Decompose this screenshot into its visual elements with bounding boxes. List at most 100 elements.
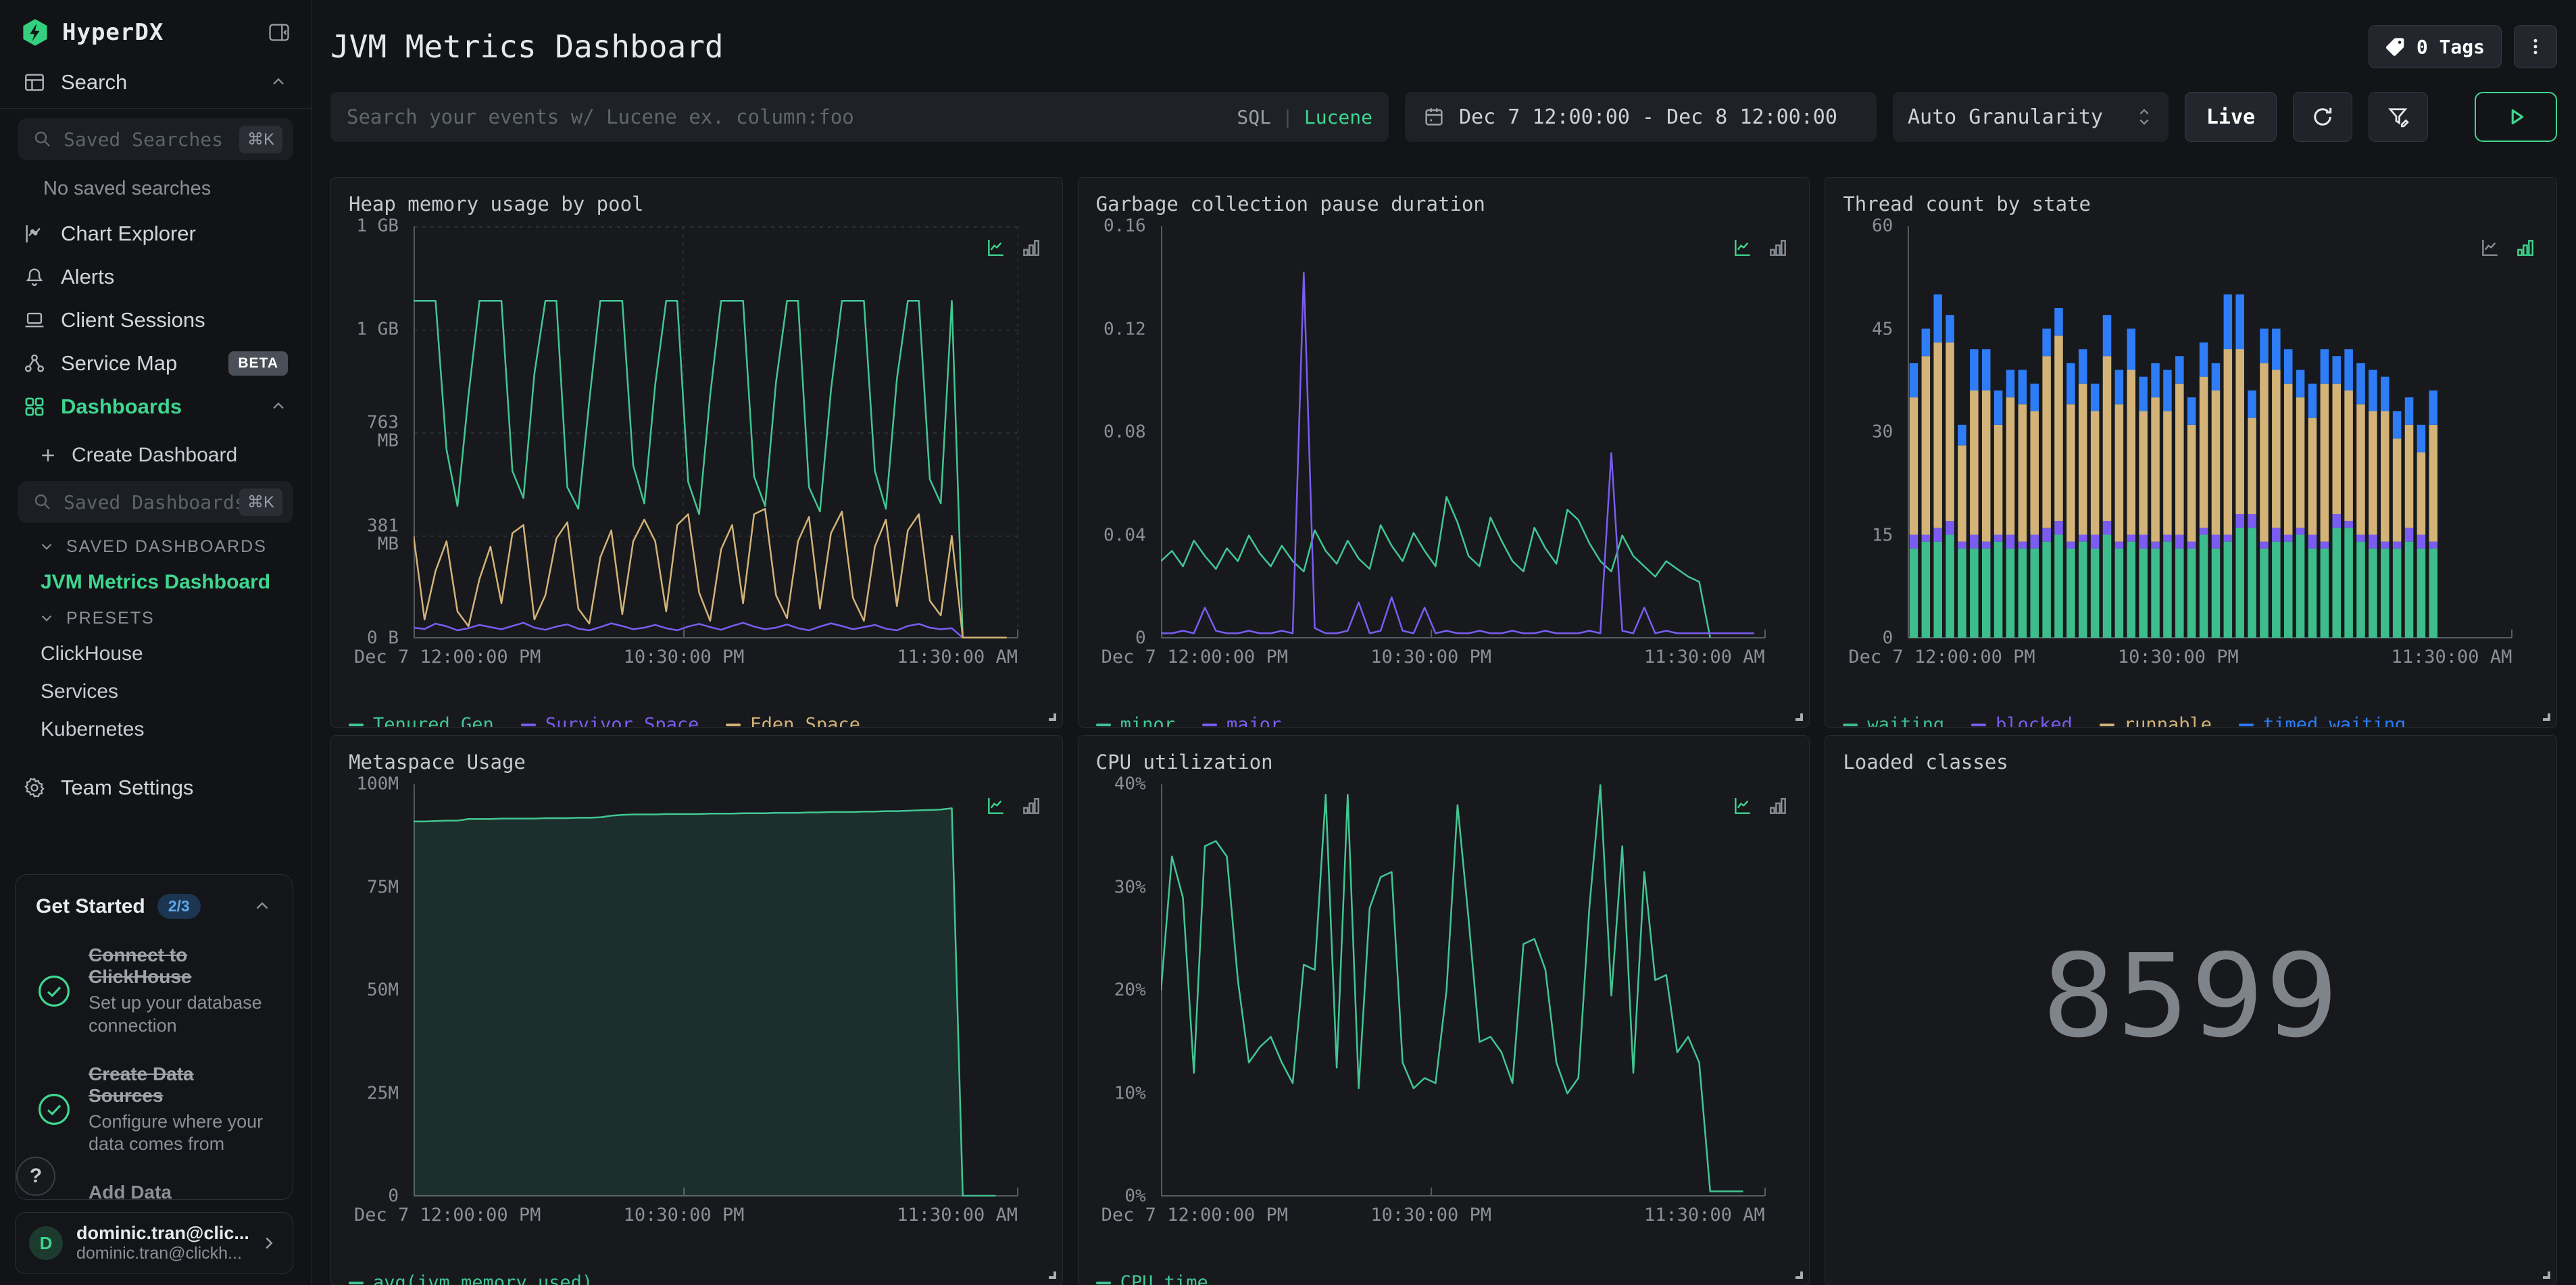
resize-handle[interactable] <box>2542 1271 2550 1279</box>
line-chart-icon[interactable] <box>2479 237 2501 259</box>
collapse-sidebar-icon[interactable] <box>268 21 291 44</box>
brand-row: HyperDX <box>0 0 311 61</box>
refresh-button[interactable] <box>2293 92 2352 142</box>
create-dashboard-label: Create Dashboard <box>72 444 238 466</box>
event-search-box[interactable]: SQL | Lucene <box>330 92 1389 142</box>
chevron-right-icon <box>259 1233 279 1253</box>
legend-item[interactable]: Eden Space <box>726 714 860 727</box>
bar-chart-icon[interactable] <box>2515 237 2536 259</box>
kbd-shortcut: ⌘K <box>239 125 282 153</box>
empty-circle-icon <box>36 1199 72 1200</box>
chart-legend: avg(jvm.memory.used) <box>349 1272 1045 1285</box>
bar-chart-icon[interactable] <box>1767 795 1789 817</box>
legend-item[interactable]: minor <box>1095 714 1175 727</box>
granularity-value: Auto Granularity <box>1908 105 2103 129</box>
sidebar-item-dashboards[interactable]: Dashboards <box>0 385 311 428</box>
saved-dashboards-section-header[interactable]: SAVED DASHBOARDS <box>0 530 311 563</box>
user-name: dominic.tran@clic... <box>76 1223 249 1243</box>
event-search-input[interactable] <box>347 105 1237 128</box>
resize-handle[interactable] <box>1795 713 1804 721</box>
chevron-up-icon <box>269 397 288 416</box>
filter-edit-icon <box>2386 105 2410 129</box>
calendar-icon <box>1422 105 1445 128</box>
chart-legend: CPU time <box>1095 1272 1792 1285</box>
resize-handle[interactable] <box>2542 713 2550 721</box>
get-started-step-connect[interactable]: Connect to ClickHouse Set up your databa… <box>36 944 272 1038</box>
bar-chart-icon[interactable] <box>1020 237 1042 259</box>
sidebar-item-kubernetes[interactable]: Kubernetes <box>0 711 311 749</box>
chart-area: 100M 75M 50M 25M 0 Dec 7 12:00:00 PM 10:30:00 … <box>354 774 1018 1226</box>
date-range-value: Dec 7 12:00:00 - Dec 8 12:00:00 <box>1459 105 1837 129</box>
sidebar-item-alerts[interactable]: Client Sessions Alerts <box>0 255 311 299</box>
saved-dashboards-searchbox[interactable]: ⌘K <box>18 481 293 523</box>
legend-item[interactable]: Survivor Space <box>520 714 699 727</box>
legend-item[interactable]: blocked <box>1971 714 2073 727</box>
line-chart-icon[interactable] <box>985 237 1007 259</box>
play-icon <box>2503 104 2529 130</box>
app-window: HyperDX Search ⌘K No saved searches <box>0 0 2576 1285</box>
sql-toggle[interactable]: SQL <box>1237 106 1271 128</box>
tags-button[interactable]: 0 Tags <box>2368 25 2502 68</box>
line-chart-icon[interactable] <box>1732 795 1754 817</box>
help-button[interactable]: ? <box>16 1157 55 1196</box>
lucene-toggle[interactable]: Lucene <box>1304 106 1372 128</box>
legend-item[interactable]: waiting <box>1843 714 1944 727</box>
preset-label: Services <box>41 680 119 703</box>
create-dashboard-button[interactable]: Create Dashboard <box>0 436 311 474</box>
step-desc: Configure where your data comes from <box>89 1111 264 1155</box>
saved-dashboards-input[interactable] <box>64 490 239 513</box>
date-range-picker[interactable]: Dec 7 12:00:00 - Dec 8 12:00:00 <box>1405 92 1877 142</box>
sidebar-item-team-settings[interactable]: Team Settings <box>0 766 311 809</box>
presets-section-header[interactable]: PRESETS <box>0 601 311 635</box>
legend-item[interactable]: avg(jvm.memory.used) <box>349 1272 593 1285</box>
query-language-toggle[interactable]: SQL | Lucene <box>1237 106 1372 128</box>
divider <box>0 108 311 109</box>
sidebar-item-jvm-metrics-dashboard[interactable]: JVM Metrics Dashboard <box>0 563 311 601</box>
beta-badge: BETA <box>228 351 288 376</box>
chevron-up-icon[interactable] <box>252 897 272 917</box>
filter-button[interactable] <box>2369 92 2428 142</box>
get-started-step-add-data[interactable]: Add Data Start sending logs, metrics, or… <box>36 1182 272 1200</box>
sidebar-item-label: Team Settings <box>61 776 194 799</box>
granularity-select[interactable]: Auto Granularity <box>1893 92 2169 142</box>
line-chart-icon[interactable] <box>1732 237 1754 259</box>
user-menu[interactable]: D dominic.tran@clic... dominic.tran@clic… <box>15 1212 293 1274</box>
sidebar-item-client-sessions[interactable]: Client Sessions <box>0 299 311 342</box>
sidebar-item-chart-explorer[interactable]: Chart Explorer <box>0 212 311 255</box>
saved-searches-searchbox[interactable]: ⌘K <box>18 118 293 160</box>
x-axis-label: 11:30:00 AM <box>897 1205 1018 1226</box>
chart-area: 60 45 30 15 0 Dec 7 12:00:00 PM 10:30:00 PM 11:… <box>1848 216 2512 667</box>
bar-chart-icon[interactable] <box>1020 795 1042 817</box>
chart-legend: minor major <box>1095 714 1792 727</box>
legend-item[interactable]: runnable <box>2099 714 2212 727</box>
sidebar-item-services[interactable]: Services <box>0 673 311 711</box>
x-axis-label: 11:30:00 AM <box>1643 1205 1765 1226</box>
get-started-step-sources[interactable]: Create Data Sources Configure where your… <box>36 1063 272 1157</box>
resize-handle[interactable] <box>1048 1271 1056 1279</box>
x-axis-label: 11:30:00 AM <box>2391 647 2512 667</box>
resize-handle[interactable] <box>1795 1271 1804 1279</box>
page-title: JVM Metrics Dashboard <box>330 28 724 65</box>
legend-item[interactable]: major <box>1202 714 1281 727</box>
step-title: Add Data <box>89 1182 172 1200</box>
resize-handle[interactable] <box>1048 713 1056 721</box>
legend-item[interactable]: Tenured Gen <box>349 714 494 727</box>
sidebar-item-service-map[interactable]: Service Map BETA <box>0 342 311 385</box>
laptop-icon <box>23 309 46 332</box>
panel-view-toggle <box>1732 237 1789 259</box>
run-query-button[interactable] <box>2475 92 2557 142</box>
legend-item[interactable]: timed_waiting <box>2238 714 2406 727</box>
chart-legend: Tenured Gen Survivor Space Eden Space <box>349 714 1045 727</box>
panel-view-toggle <box>985 795 1042 817</box>
sidebar-item-search[interactable]: Search <box>0 61 311 104</box>
live-button[interactable]: Live <box>2185 92 2277 142</box>
more-options-button[interactable] <box>2514 25 2557 68</box>
plus-icon <box>38 445 58 465</box>
legend-item[interactable]: CPU time <box>1095 1272 1208 1285</box>
search-icon <box>32 129 53 149</box>
bar-chart-icon[interactable] <box>1767 237 1789 259</box>
help-label: ? <box>29 1165 43 1187</box>
saved-searches-input[interactable] <box>64 128 239 151</box>
line-chart-icon[interactable] <box>985 795 1007 817</box>
sidebar-item-clickhouse[interactable]: ClickHouse <box>0 635 311 673</box>
